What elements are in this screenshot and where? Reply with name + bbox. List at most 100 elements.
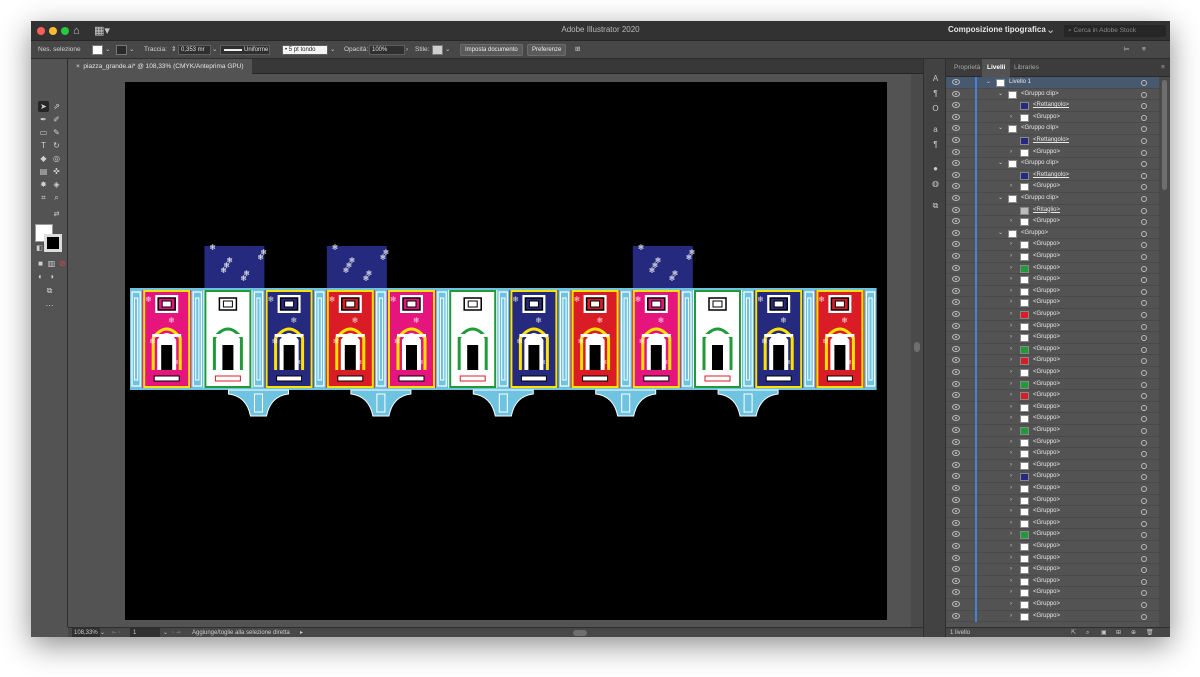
layer-row[interactable]: › <Gruppo> bbox=[946, 413, 1159, 425]
zoom-level-field[interactable]: 108,33% bbox=[72, 628, 100, 637]
target-circle-icon[interactable] bbox=[1141, 91, 1147, 98]
chevron-right-icon[interactable]: › bbox=[1010, 460, 1012, 472]
layer-row[interactable]: › <Gruppo> bbox=[946, 343, 1159, 356]
layer-row[interactable]: › <Gruppo> bbox=[946, 599, 1159, 611]
layer-row[interactable]: <Rettangolo> bbox=[946, 135, 1159, 147]
visibility-eye-icon[interactable] bbox=[952, 276, 960, 283]
target-circle-icon[interactable] bbox=[1141, 288, 1147, 295]
graphic-style-swatch[interactable] bbox=[432, 45, 443, 55]
visibility-eye-icon[interactable] bbox=[952, 589, 960, 596]
menu-icon[interactable]: ≡ bbox=[1142, 41, 1146, 59]
layer-row[interactable]: › <Gruppo> bbox=[946, 216, 1159, 228]
selection-tool-icon[interactable]: ➤ bbox=[38, 101, 49, 112]
target-circle-icon[interactable] bbox=[1141, 520, 1147, 527]
chevron-right-icon[interactable]: › bbox=[1010, 611, 1012, 623]
new-layer-icon[interactable]: ⊕ bbox=[1131, 628, 1136, 637]
chevron-right-icon[interactable]: › bbox=[1010, 518, 1012, 530]
gradient-mode-icon[interactable]: ▥ bbox=[46, 258, 57, 269]
chevron-right-icon[interactable]: › bbox=[1010, 599, 1012, 611]
graphic-styles-icon[interactable]: ◍ bbox=[930, 178, 941, 189]
layer-row[interactable]: › <Gruppo> bbox=[946, 564, 1159, 576]
chevron-down-icon[interactable]: ⌄ bbox=[163, 628, 168, 637]
visibility-eye-icon[interactable] bbox=[952, 485, 960, 491]
chevron-down-icon[interactable]: ⌄ bbox=[129, 41, 134, 59]
chevron-right-icon[interactable]: › bbox=[1010, 344, 1012, 356]
layer-row[interactable]: › <Gruppo> bbox=[946, 506, 1159, 518]
visibility-eye-icon[interactable] bbox=[952, 322, 960, 329]
curvature-tool-icon[interactable]: ✐ bbox=[51, 114, 62, 125]
visibility-eye-icon[interactable] bbox=[952, 334, 960, 341]
last-artboard-icon[interactable]: › ⇥ bbox=[172, 628, 181, 637]
layer-row[interactable]: ⌄ <Gruppo clip> bbox=[946, 158, 1159, 170]
visibility-eye-icon[interactable] bbox=[952, 137, 960, 143]
document-setup-button[interactable]: Imposta documento bbox=[460, 44, 523, 56]
target-circle-icon[interactable] bbox=[1141, 138, 1147, 144]
chevron-right-icon[interactable]: › bbox=[1010, 239, 1012, 251]
visibility-eye-icon[interactable] bbox=[952, 79, 960, 85]
target-circle-icon[interactable] bbox=[1141, 254, 1147, 260]
chevron-down-icon[interactable]: ⌄ bbox=[105, 41, 110, 59]
opacity-field[interactable]: 100% bbox=[369, 45, 405, 55]
layer-row[interactable]: › <Gruppo> bbox=[946, 320, 1159, 333]
target-circle-icon[interactable] bbox=[1141, 497, 1147, 504]
chevron-down-icon[interactable]: ⌄ bbox=[998, 193, 1003, 205]
type-tool-icon[interactable]: T bbox=[38, 140, 49, 151]
chevron-right-icon[interactable]: › bbox=[1010, 564, 1012, 576]
visibility-eye-icon[interactable] bbox=[952, 90, 960, 97]
layer-row[interactable]: › <Gruppo> bbox=[946, 111, 1159, 124]
layer-row[interactable]: › <Gruppo> bbox=[946, 494, 1159, 507]
target-circle-icon[interactable] bbox=[1141, 230, 1147, 237]
target-circle-icon[interactable] bbox=[1141, 242, 1147, 249]
chevron-right-icon[interactable]: › bbox=[1010, 506, 1012, 518]
target-circle-icon[interactable] bbox=[1141, 80, 1147, 86]
panel-menu-icon[interactable]: ≡ bbox=[1156, 59, 1170, 77]
layer-row[interactable]: › <Gruppo> bbox=[946, 239, 1159, 251]
target-circle-icon[interactable] bbox=[1141, 381, 1147, 388]
visibility-eye-icon[interactable] bbox=[952, 229, 960, 236]
fill-color-swatch[interactable] bbox=[92, 45, 103, 55]
close-icon[interactable]: × bbox=[76, 63, 80, 70]
target-circle-icon[interactable] bbox=[1141, 312, 1147, 318]
target-circle-icon[interactable] bbox=[1141, 277, 1147, 284]
chevron-down-icon[interactable]: ⌄ bbox=[986, 77, 991, 89]
character-styles-icon[interactable]: a bbox=[930, 124, 941, 135]
layer-row[interactable]: ⌄ <Gruppo clip> bbox=[946, 193, 1159, 205]
layer-row[interactable]: › <Gruppo> bbox=[946, 587, 1159, 599]
layer-row[interactable]: › <Gruppo> bbox=[946, 181, 1159, 193]
chevron-down-icon[interactable]: ⌄ bbox=[330, 41, 335, 59]
target-circle-icon[interactable] bbox=[1141, 509, 1147, 516]
brush-definition-select[interactable]: • 5 pt tondo bbox=[282, 45, 328, 55]
chevron-right-icon[interactable]: › bbox=[1010, 587, 1012, 599]
visibility-eye-icon[interactable] bbox=[952, 531, 960, 538]
target-circle-icon[interactable] bbox=[1141, 532, 1147, 539]
tab-layers[interactable]: Livelli bbox=[982, 59, 1011, 77]
new-sublayer-icon[interactable]: ⊞ bbox=[1116, 628, 1121, 637]
chevron-right-icon[interactable]: › bbox=[1010, 355, 1012, 367]
layer-row[interactable]: ⌄ <Gruppo clip> bbox=[946, 88, 1159, 101]
target-circle-icon[interactable] bbox=[1141, 196, 1147, 202]
brush-tool-icon[interactable]: ✎ bbox=[51, 127, 62, 138]
target-circle-icon[interactable] bbox=[1141, 114, 1147, 121]
layer-row[interactable]: › <Gruppo> bbox=[946, 610, 1159, 623]
visibility-eye-icon[interactable] bbox=[952, 171, 960, 178]
visibility-eye-icon[interactable] bbox=[952, 369, 960, 375]
delete-layer-icon[interactable]: 🗑 bbox=[1146, 628, 1154, 637]
stepper-icon[interactable]: ⇕ bbox=[171, 41, 176, 59]
target-circle-icon[interactable] bbox=[1141, 404, 1147, 411]
rotate-tool-icon[interactable]: ↻ bbox=[51, 140, 62, 151]
chevron-down-icon[interactable]: ⌄ bbox=[1046, 23, 1055, 37]
opentype-icon[interactable]: O bbox=[930, 103, 941, 114]
layer-row[interactable]: › <Gruppo> bbox=[946, 529, 1159, 541]
visibility-eye-icon[interactable] bbox=[952, 403, 960, 410]
rectangle-tool-icon[interactable]: ▭ bbox=[38, 127, 49, 138]
layer-row[interactable]: › <Gruppo> bbox=[946, 471, 1159, 483]
blend-tool-icon[interactable]: ◈ bbox=[51, 179, 62, 190]
chevron-right-icon[interactable]: › bbox=[1010, 332, 1012, 344]
layer-row[interactable]: <Ritaglio> bbox=[946, 204, 1159, 217]
target-circle-icon[interactable] bbox=[1141, 544, 1147, 550]
character-icon[interactable]: A bbox=[930, 73, 941, 84]
visibility-eye-icon[interactable] bbox=[952, 345, 960, 352]
paragraph-styles-icon[interactable]: ¶ bbox=[930, 139, 941, 150]
swap-colors-icon[interactable]: ⇄ bbox=[51, 209, 62, 220]
target-circle-icon[interactable] bbox=[1141, 590, 1147, 597]
